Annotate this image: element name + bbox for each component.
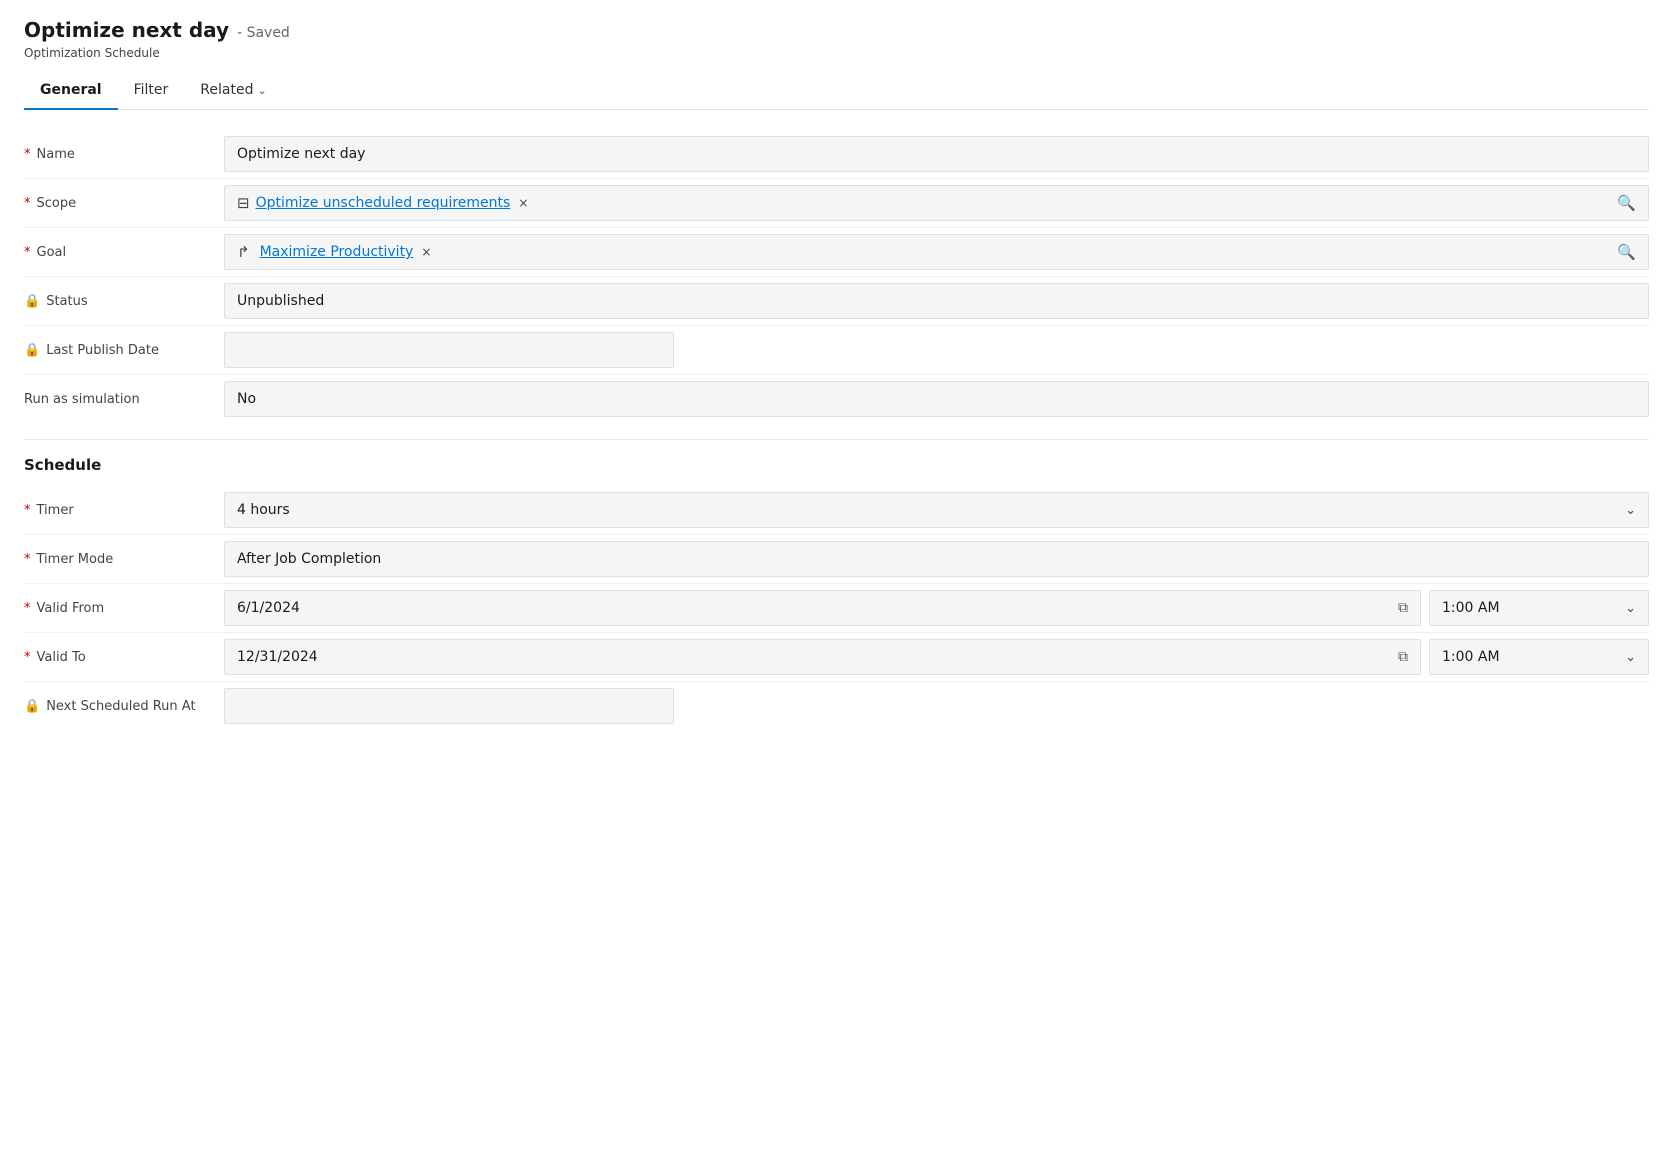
value-goal[interactable]: ↱ Maximize Productivity × 🔍 <box>224 234 1649 270</box>
lock-icon-publish-date: 🔒 <box>24 343 40 358</box>
page-header: Optimize next day - Saved Optimization S… <box>0 0 1673 110</box>
page-title: Optimize next day <box>24 18 229 42</box>
label-name: * Name <box>24 139 224 170</box>
field-timer-mode: * Timer Mode After Job Completion <box>24 535 1649 584</box>
scope-tag-icon: ⊟ <box>237 194 250 212</box>
label-valid-to: * Valid To <box>24 642 224 673</box>
value-scope[interactable]: ⊟ Optimize unscheduled requirements × 🔍 <box>224 185 1649 221</box>
valid-to-container: 12/31/2024 ⧉ 1:00 AM ⌄ <box>224 639 1649 675</box>
scope-remove-button[interactable]: × <box>518 196 528 210</box>
field-goal: * Goal ↱ Maximize Productivity × 🔍 <box>24 228 1649 277</box>
valid-from-container: 6/1/2024 ⧉ 1:00 AM ⌄ <box>224 590 1649 626</box>
schedule-section-title: Schedule <box>24 456 1649 474</box>
field-run-as-simulation: Run as simulation No <box>24 375 1649 423</box>
required-star-timer: * <box>24 503 31 518</box>
goal-tag-icon: ↱ <box>237 243 250 261</box>
value-timer[interactable]: 4 hours ⌄ <box>224 492 1649 528</box>
required-star-name: * <box>24 147 31 162</box>
label-scope: * Scope <box>24 188 224 219</box>
valid-from-date-input[interactable]: 6/1/2024 ⧉ <box>224 590 1421 626</box>
required-star-timer-mode: * <box>24 552 31 567</box>
field-valid-to: * Valid To 12/31/2024 ⧉ 1:00 AM ⌄ <box>24 633 1649 682</box>
page-subtitle: Optimization Schedule <box>24 46 1649 60</box>
valid-from-time-arrow: ⌄ <box>1625 601 1636 616</box>
value-next-scheduled-run <box>224 688 674 724</box>
goal-remove-button[interactable]: × <box>421 245 431 259</box>
label-last-publish-date: 🔒 Last Publish Date <box>24 335 224 366</box>
timer-dropdown-arrow: ⌄ <box>1625 503 1636 518</box>
valid-from-time-input[interactable]: 1:00 AM ⌄ <box>1429 590 1649 626</box>
section-separator <box>24 439 1649 440</box>
goal-link[interactable]: Maximize Productivity <box>260 244 414 260</box>
scope-tag: ⊟ Optimize unscheduled requirements × <box>237 194 528 212</box>
field-next-scheduled-run: 🔒 Next Scheduled Run At <box>24 682 1649 730</box>
field-scope: * Scope ⊟ Optimize unscheduled requireme… <box>24 179 1649 228</box>
required-star-valid-from: * <box>24 601 31 616</box>
content-area: * Name Optimize next day * Scope ⊟ Optim… <box>0 110 1673 766</box>
valid-to-date-input[interactable]: 12/31/2024 ⧉ <box>224 639 1421 675</box>
required-star-valid-to: * <box>24 650 31 665</box>
valid-to-calendar-icon[interactable]: ⧉ <box>1398 649 1408 665</box>
required-star-goal: * <box>24 245 31 260</box>
goal-search-icon[interactable]: 🔍 <box>1617 243 1636 261</box>
field-status: 🔒 Status Unpublished <box>24 277 1649 326</box>
lock-icon-status: 🔒 <box>24 294 40 309</box>
tabs-container: General Filter Related ⌄ <box>24 72 1649 110</box>
page-saved-label: - Saved <box>237 25 290 41</box>
schedule-section: Schedule * Timer 4 hours ⌄ * Timer Mode … <box>24 456 1649 730</box>
scope-search-icon[interactable]: 🔍 <box>1617 194 1636 212</box>
field-last-publish-date: 🔒 Last Publish Date <box>24 326 1649 375</box>
lock-icon-next-run: 🔒 <box>24 699 40 714</box>
label-next-scheduled-run: 🔒 Next Scheduled Run At <box>24 691 224 722</box>
related-chevron-icon: ⌄ <box>257 84 266 97</box>
field-timer: * Timer 4 hours ⌄ <box>24 486 1649 535</box>
label-goal: * Goal <box>24 237 224 268</box>
tab-filter[interactable]: Filter <box>118 72 185 110</box>
field-valid-from: * Valid From 6/1/2024 ⧉ 1:00 AM ⌄ <box>24 584 1649 633</box>
value-timer-mode: After Job Completion <box>224 541 1649 577</box>
label-timer: * Timer <box>24 495 224 526</box>
label-timer-mode: * Timer Mode <box>24 544 224 575</box>
label-valid-from: * Valid From <box>24 593 224 624</box>
field-name: * Name Optimize next day <box>24 130 1649 179</box>
label-status: 🔒 Status <box>24 286 224 317</box>
general-section: * Name Optimize next day * Scope ⊟ Optim… <box>24 130 1649 423</box>
value-name[interactable]: Optimize next day <box>224 136 1649 172</box>
scope-link[interactable]: Optimize unscheduled requirements <box>256 195 511 211</box>
valid-to-time-arrow: ⌄ <box>1625 650 1636 665</box>
value-status: Unpublished <box>224 283 1649 319</box>
goal-tag: ↱ Maximize Productivity × <box>237 243 431 261</box>
valid-from-calendar-icon[interactable]: ⧉ <box>1398 600 1408 616</box>
label-run-as-simulation: Run as simulation <box>24 384 224 415</box>
value-run-as-simulation[interactable]: No <box>224 381 1649 417</box>
tab-related[interactable]: Related ⌄ <box>184 72 282 110</box>
required-star-scope: * <box>24 196 31 211</box>
valid-to-time-input[interactable]: 1:00 AM ⌄ <box>1429 639 1649 675</box>
value-last-publish-date <box>224 332 674 368</box>
tab-general[interactable]: General <box>24 72 118 110</box>
